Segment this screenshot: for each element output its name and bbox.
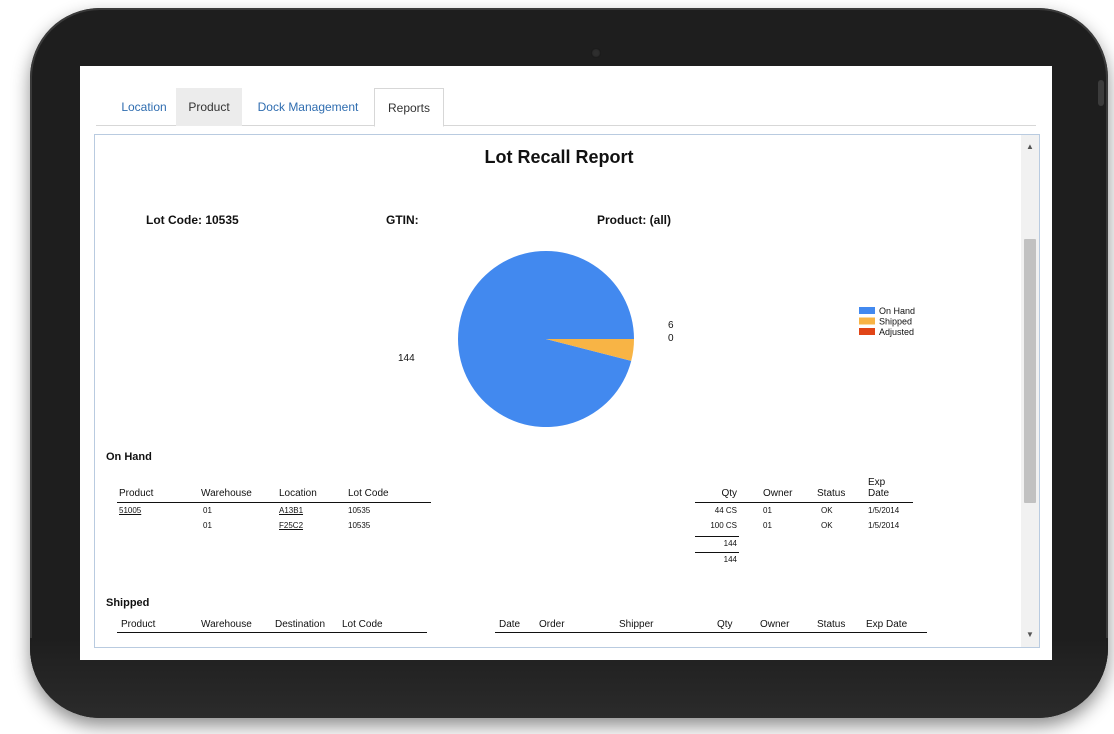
on-hand-header-status: Status — [817, 488, 846, 499]
vertical-scrollbar[interactable]: ▲ ▼ — [1021, 135, 1039, 647]
on-hand-row2-owner: 01 — [763, 521, 772, 530]
on-hand-row1-location-link[interactable]: A13B1 — [279, 506, 303, 516]
legend-label-on-hand: On Hand — [879, 306, 915, 316]
shipped-header-exp-date: Exp Date — [866, 619, 908, 630]
shipped-header-destination: Destination — [275, 619, 326, 630]
report-viewer: ▲ ▼ Lot Recall Report Lot Code: 10535 GT… — [94, 134, 1040, 648]
on-hand-row2-warehouse: 01 — [203, 521, 212, 530]
legend-swatch-on-hand — [859, 307, 875, 314]
app-screen: Location Product Dock Management Reports… — [80, 66, 1052, 660]
tab-location[interactable]: Location — [110, 88, 178, 126]
tab-dock-management[interactable]: Dock Management — [248, 88, 368, 126]
legend-label-shipped: Shipped — [879, 317, 912, 327]
on-hand-row2-lot-code: 10535 — [348, 521, 371, 530]
on-hand-header-location: Location — [279, 488, 317, 499]
shipped-header-product: Product — [121, 619, 156, 630]
on-hand-header-exp: Exp — [868, 477, 886, 488]
on-hand-row2-location-link[interactable]: F25C2 — [279, 521, 303, 531]
on-hand-total: 144 — [723, 555, 737, 564]
shipped-header-status: Status — [817, 619, 846, 630]
on-hand-row1-exp-date: 1/5/2014 — [868, 506, 900, 515]
pie-value-label-adjusted: 0 — [668, 333, 674, 344]
pie-slice-on-hand — [458, 250, 634, 427]
scrollbar-thumb[interactable] — [1024, 239, 1036, 503]
pie-value-label-on-hand: 144 — [398, 353, 415, 364]
pie-value-label-shipped: 6 — [668, 320, 674, 331]
shipped-header-qty: Qty — [717, 619, 733, 630]
tab-bar: Location Product Dock Management Reports — [96, 88, 1036, 127]
on-hand-row2-exp-date: 1/5/2014 — [868, 521, 900, 530]
shipped-header-rule-right — [495, 632, 927, 633]
on-hand-header-owner: Owner — [763, 488, 793, 499]
scroll-down-arrow-icon[interactable]: ▼ — [1021, 627, 1039, 643]
tablet-side-button — [1098, 80, 1104, 106]
legend-swatch-adjusted — [859, 328, 875, 335]
pie-chart: 144 6 0 On HandShippedAdjusted — [398, 250, 915, 427]
shipped-header-rule-left — [117, 632, 427, 633]
on-hand-row2-qty: 100 CS — [710, 521, 737, 530]
on-hand-row1-warehouse: 01 — [203, 506, 212, 515]
on-hand-header-lot-code: Lot Code — [348, 488, 389, 499]
on-hand-row1-lot-code: 10535 — [348, 506, 371, 515]
on-hand-row1-status: OK — [821, 506, 833, 515]
on-hand-header-qty: Qty — [721, 488, 737, 499]
on-hand-header-rule-left — [117, 502, 431, 503]
legend-swatch-shipped — [859, 317, 875, 325]
tab-product[interactable]: Product — [176, 88, 242, 126]
on-hand-row1-qty: 44 CS — [714, 506, 737, 515]
on-hand-row1-owner: 01 — [763, 506, 772, 515]
on-hand-subtotal-rule — [695, 536, 739, 537]
on-hand-header-rule-right — [695, 502, 913, 503]
on-hand-subtotal: 144 — [723, 539, 737, 548]
on-hand-header-product: Product — [119, 488, 154, 499]
camera-icon — [591, 48, 601, 58]
shipped-header-order: Order — [539, 619, 565, 630]
tab-reports[interactable]: Reports — [374, 88, 444, 127]
shipped-header-date: Date — [499, 619, 521, 630]
shipped-header-owner: Owner — [760, 619, 790, 630]
on-hand-total-rule — [695, 552, 739, 553]
legend-label-adjusted: Adjusted — [879, 327, 914, 337]
on-hand-header-date: Date — [868, 488, 890, 499]
shipped-section-title: Shipped — [106, 597, 150, 609]
on-hand-row2-status: OK — [821, 521, 833, 530]
shipped-header-warehouse: Warehouse — [201, 619, 252, 630]
on-hand-row1-product-link[interactable]: 51005 — [119, 506, 141, 516]
on-hand-section-title: On Hand — [106, 451, 152, 463]
shipped-header-shipper: Shipper — [619, 619, 654, 630]
shipped-header-lot-code: Lot Code — [342, 619, 383, 630]
on-hand-header-warehouse: Warehouse — [201, 488, 252, 499]
scroll-up-arrow-icon[interactable]: ▲ — [1021, 139, 1039, 155]
